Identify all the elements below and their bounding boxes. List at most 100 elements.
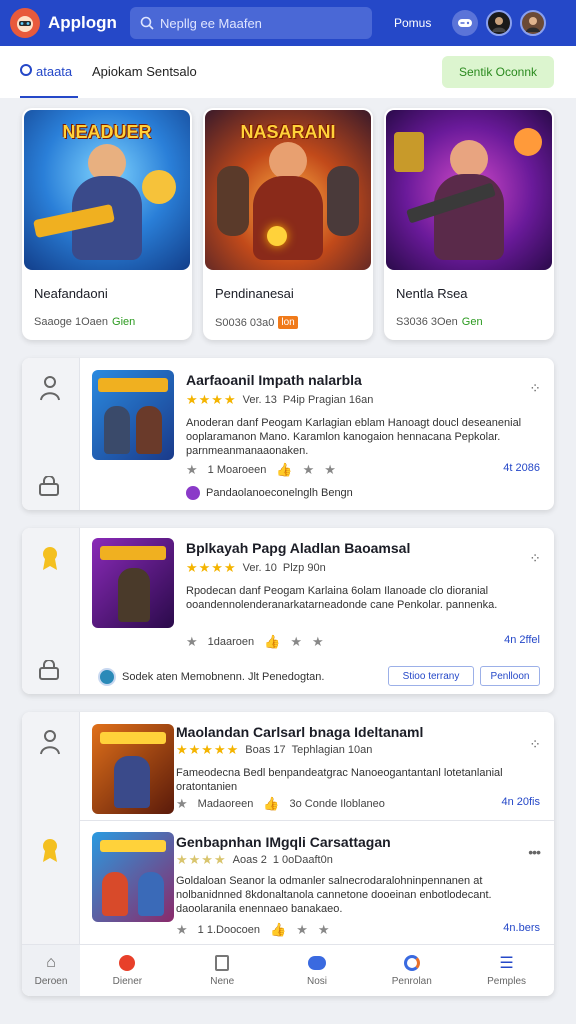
- star-icon[interactable]: ★: [176, 796, 188, 812]
- thumb-up-icon[interactable]: 👍: [270, 922, 286, 938]
- thumb-up-icon[interactable]: 👍: [263, 796, 279, 812]
- secondary-button[interactable]: Stioo terrany: [388, 666, 474, 686]
- card-name: Pendinanesai: [215, 286, 294, 301]
- item-rail: [22, 358, 80, 510]
- tab-main[interactable]: ataata: [20, 64, 78, 98]
- item-description: Rpodecan danf Peogam Karlaina 6olam Ilan…: [186, 585, 498, 611]
- item-actions: ★ Madaoreen 👍 3o Conde Iloblaneo: [176, 796, 385, 812]
- item-title[interactable]: Aarfaoanil Impath nalarbla: [186, 372, 362, 388]
- item-description: Goldaloan Seanor la odmanler salnecrodar…: [176, 875, 492, 915]
- item-version: Aoas 2: [232, 854, 267, 866]
- star-outline-icon[interactable]: ★: [296, 922, 308, 938]
- primary-outline-button[interactable]: Penlloon: [480, 666, 540, 686]
- thumb-up-icon[interactable]: 👍: [264, 634, 280, 650]
- game-icon: [117, 954, 137, 972]
- award-icon[interactable]: [38, 544, 62, 572]
- card-art-title: NEADUER: [62, 122, 152, 142]
- lock-icon[interactable]: [38, 476, 60, 496]
- action-label: 1 Moaroeen: [207, 464, 267, 476]
- star-outline-icon[interactable]: ★: [303, 462, 315, 478]
- top-link[interactable]: Pomus: [394, 16, 444, 30]
- glow-orb: [267, 226, 287, 246]
- nav-item-messages[interactable]: Nosi: [270, 945, 365, 996]
- nav-item-home[interactable]: ⌂ Deroen: [22, 945, 80, 996]
- nav-label: Penrolan: [391, 976, 432, 987]
- card-artwork: NASARANI: [205, 110, 371, 270]
- gamepad-icon[interactable]: [452, 10, 478, 36]
- nav-label: Deroen: [34, 976, 68, 987]
- search-input[interactable]: [160, 15, 360, 31]
- rating-stars: ★★★★: [186, 392, 237, 407]
- user-icon[interactable]: [38, 374, 62, 402]
- item-version: Boas 17: [245, 744, 286, 756]
- bottom-navigation: ⌂ Deroen Diener Nene Nosi Penrolan ☰ Pem…: [22, 944, 554, 996]
- item-footer: Sodek aten Memobnenn. Jlt Penedogtan.: [98, 668, 324, 686]
- star-icon[interactable]: ★: [186, 462, 198, 478]
- app-logo[interactable]: [10, 8, 40, 38]
- search-icon: [140, 16, 154, 30]
- more-options-icon[interactable]: ⁘: [529, 550, 541, 567]
- avatar-1[interactable]: [486, 10, 512, 36]
- ally-shape: [217, 166, 249, 236]
- star-outline-icon[interactable]: ★: [312, 634, 324, 650]
- tab-secondary[interactable]: Apiokam Sentsalo: [92, 64, 197, 79]
- action-label: Madaoreen: [197, 798, 254, 810]
- card-name: Neafandaoni: [34, 286, 108, 301]
- feature-card[interactable]: NASARANI Pendinanesai S0036 03a0 lon: [203, 108, 373, 340]
- item-meta: ★★★★ Ver. 13 P4ip Pragian 16an: [186, 392, 373, 408]
- feature-card[interactable]: NEADUER Neafandaoni Saaoge 1Oaen Gien: [22, 108, 192, 340]
- list-item[interactable]: Aarfaoanil Impath nalarbla ★★★★ Ver. 13 …: [22, 358, 554, 510]
- search-bar[interactable]: [130, 7, 372, 39]
- rating-stars: ★★★★★: [176, 742, 240, 757]
- item-price: 4t 2086: [503, 462, 540, 474]
- card-meta: Saaoge 1Oaen Gien: [34, 316, 135, 328]
- card-meta: S0036 03a0 lon: [215, 316, 298, 329]
- item-version: Ver. 10: [242, 562, 277, 574]
- user-icon[interactable]: [38, 728, 62, 756]
- item-thumbnail: [92, 724, 174, 814]
- lock-icon[interactable]: [38, 660, 60, 680]
- item-thumbnail: [92, 370, 174, 460]
- nav-item-menu[interactable]: ☰ Pemples: [459, 945, 554, 996]
- feature-card[interactable]: Nentla Rsea S3036 3Oen Gen: [384, 108, 554, 340]
- thumb-banner: [100, 732, 166, 744]
- star-outline-icon[interactable]: ★: [290, 634, 302, 650]
- item-meta: ★★★★ Aoas 2 1 0oDaaft0n: [176, 852, 333, 868]
- star-outline-icon[interactable]: ★: [318, 922, 330, 938]
- star-icon[interactable]: ★: [176, 922, 188, 938]
- ally-shape: [327, 166, 359, 236]
- nav-item-notes[interactable]: Nene: [175, 945, 270, 996]
- item-title[interactable]: Bplkayah Papg Aladlan Baoamsal: [186, 540, 410, 556]
- creature-shape: [142, 170, 176, 204]
- list-item[interactable]: Bplkayah Papg Aladlan Baoamsal ★★★★ Ver.…: [22, 528, 554, 694]
- verified-icon: [186, 486, 200, 500]
- award-icon[interactable]: [38, 836, 62, 864]
- tab-icon: [20, 64, 32, 76]
- star-icon[interactable]: ★: [186, 634, 198, 650]
- item-price: 4n 20fis: [501, 796, 540, 808]
- more-options-icon[interactable]: •••: [528, 844, 541, 860]
- star-outline-icon[interactable]: ★: [324, 462, 336, 478]
- card-art-title: NASARANI: [240, 122, 336, 142]
- action-button[interactable]: Sentik Oconnk: [442, 56, 554, 88]
- thumb-banner: [98, 378, 168, 392]
- hero-head: [450, 140, 488, 178]
- nav-item-profile[interactable]: Penrolan: [364, 945, 459, 996]
- avatar-2[interactable]: [520, 10, 546, 36]
- thumb-figure: [136, 406, 162, 454]
- featured-cards: NEADUER Neafandaoni Saaoge 1Oaen Gien NA…: [22, 108, 554, 340]
- thumb-up-icon[interactable]: 👍: [276, 462, 292, 478]
- item-meta: ★★★★ Ver. 10 Plzp 90n: [186, 560, 326, 576]
- item-title[interactable]: Maolandan Carlsarl bnaga Ideltanaml: [176, 724, 423, 740]
- nav-label: Pemples: [487, 976, 527, 987]
- badge-shape: [394, 132, 424, 172]
- rating-stars: ★★★★: [176, 852, 227, 867]
- nav-item-games[interactable]: Diener: [80, 945, 175, 996]
- more-options-icon[interactable]: ⁘: [529, 736, 541, 753]
- item-publisher: 1 0oDaaft0n: [272, 854, 333, 866]
- card-name: Nentla Rsea: [396, 286, 468, 301]
- item-description: Anoderan danf Peogam Karlagian eblam Han…: [186, 417, 522, 457]
- item-actions: ★ 1daaroen 👍 ★ ★: [186, 634, 324, 650]
- item-title[interactable]: Genbapnhan IMgqli Carsattagan: [176, 834, 391, 850]
- more-options-icon[interactable]: ⁘: [529, 380, 541, 397]
